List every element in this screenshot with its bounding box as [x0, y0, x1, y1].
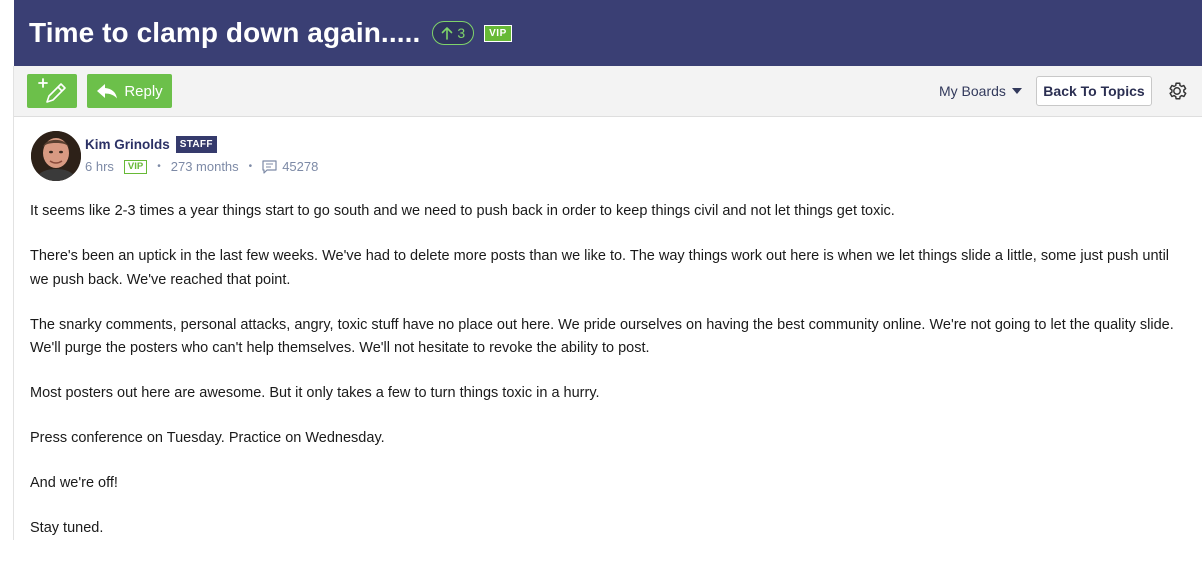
avatar-photo [31, 131, 81, 181]
post-paragraph: And we're off! [30, 475, 118, 491]
post-paragraph: The snarky comments, personal attacks, a… [30, 316, 1174, 357]
caret-down-icon [1011, 88, 1022, 94]
vip-badge-small: VIP [123, 159, 148, 174]
post-paragraph: It seems like 2-3 times a year things st… [30, 203, 895, 219]
post-meta: 6 hrs VIP • 273 months • 45278 [85, 159, 318, 174]
pencil-plus-icon [38, 78, 66, 103]
post-paragraph: Press conference on Tuesday. Practice on… [30, 430, 385, 446]
separator-dot: • [157, 161, 161, 172]
reply-arrow-icon [97, 84, 118, 99]
post-paragraph: Most posters out here are awesome. But i… [30, 385, 600, 401]
gear-icon [1169, 82, 1187, 100]
settings-button[interactable] [1166, 80, 1188, 107]
new-post-button[interactable] [27, 74, 77, 108]
vote-count: 3 [457, 25, 466, 41]
my-boards-dropdown[interactable]: My Boards [939, 83, 1022, 99]
thread-title: Time to clamp down again..... [29, 17, 421, 48]
arrow-up-icon [442, 27, 453, 40]
my-boards-label: My Boards [939, 83, 1006, 99]
author-name[interactable]: Kim Grinolds [85, 137, 170, 152]
post-paragraph: There's been an uptick in the last few w… [30, 248, 1170, 288]
post-count: 45278 [282, 159, 319, 174]
reply-label: Reply [124, 82, 163, 100]
back-to-topics-button[interactable]: Back To Topics [1036, 76, 1152, 106]
post-body: It seems like 2-3 times a year things st… [30, 200, 1180, 562]
thread-header: Time to clamp down again..... 3 VIP [14, 0, 1202, 66]
separator-dot: • [248, 161, 253, 172]
vote-badge[interactable]: 3 [432, 21, 475, 45]
post: Kim Grinolds STAFF 6 hrs VIP • 273 month… [14, 117, 1202, 540]
left-gutter [0, 0, 14, 540]
reply-button[interactable]: Reply [87, 74, 172, 108]
author-line: Kim Grinolds STAFF [85, 136, 217, 153]
staff-badge: STAFF [175, 136, 217, 153]
post-time[interactable]: 6 hrs [85, 159, 114, 174]
toolbar: Reply My Boards Back To Topics [14, 66, 1202, 117]
avatar[interactable] [31, 131, 81, 181]
post-paragraph: Stay tuned. [30, 520, 104, 536]
comment-icon [262, 159, 277, 174]
vip-badge: VIP [484, 24, 512, 42]
member-tenure: 273 months [170, 159, 239, 174]
